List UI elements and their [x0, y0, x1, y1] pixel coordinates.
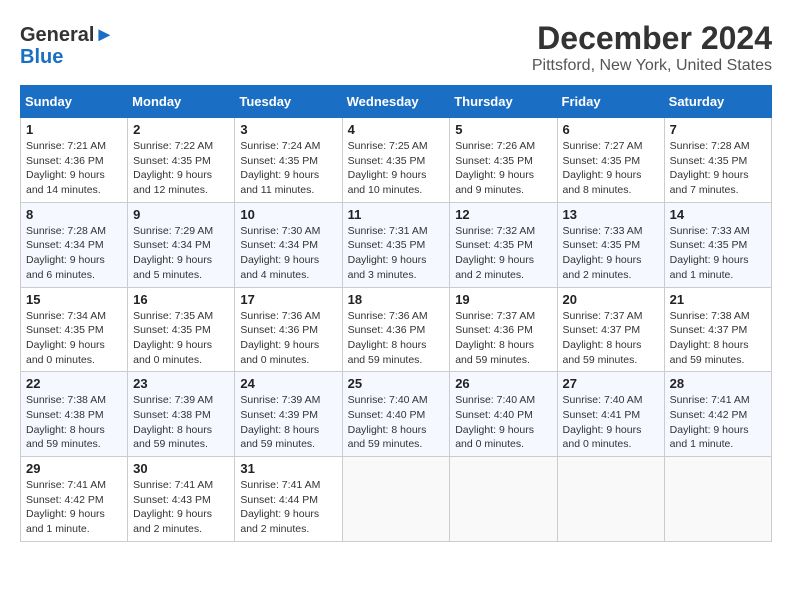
day-23: 23 Sunrise: 7:39 AMSunset: 4:38 PMDaylig… — [128, 372, 235, 457]
calendar-table: Sunday Monday Tuesday Wednesday Thursday… — [20, 85, 772, 542]
empty-day — [664, 457, 771, 542]
day-16: 16 Sunrise: 7:35 AMSunset: 4:35 PMDaylig… — [128, 287, 235, 372]
header-sunday: Sunday — [21, 86, 128, 118]
day-26: 26 Sunrise: 7:40 AMSunset: 4:40 PMDaylig… — [450, 372, 557, 457]
day-24: 24 Sunrise: 7:39 AMSunset: 4:39 PMDaylig… — [235, 372, 342, 457]
day-22: 22 Sunrise: 7:38 AMSunset: 4:38 PMDaylig… — [21, 372, 128, 457]
header-friday: Friday — [557, 86, 664, 118]
empty-day — [557, 457, 664, 542]
header-saturday: Saturday — [664, 86, 771, 118]
day-25: 25 Sunrise: 7:40 AMSunset: 4:40 PMDaylig… — [342, 372, 450, 457]
day-28: 28 Sunrise: 7:41 AMSunset: 4:42 PMDaylig… — [664, 372, 771, 457]
day-31: 31 Sunrise: 7:41 AMSunset: 4:44 PMDaylig… — [235, 457, 342, 542]
logo: General► Blue — [20, 24, 114, 68]
empty-day — [450, 457, 557, 542]
calendar-row: 29 Sunrise: 7:41 AMSunset: 4:42 PMDaylig… — [21, 457, 772, 542]
page-title: December 2024 — [20, 20, 772, 57]
day-29: 29 Sunrise: 7:41 AMSunset: 4:42 PMDaylig… — [21, 457, 128, 542]
day-15: 15 Sunrise: 7:34 AMSunset: 4:35 PMDaylig… — [21, 287, 128, 372]
day-21: 21 Sunrise: 7:38 AMSunset: 4:37 PMDaylig… — [664, 287, 771, 372]
calendar-row: 22 Sunrise: 7:38 AMSunset: 4:38 PMDaylig… — [21, 372, 772, 457]
calendar-row: 8 Sunrise: 7:28 AMSunset: 4:34 PMDayligh… — [21, 202, 772, 287]
day-7: 7 Sunrise: 7:28 AMSunset: 4:35 PMDayligh… — [664, 118, 771, 203]
day-2: 2 Sunrise: 7:22 AMSunset: 4:35 PMDayligh… — [128, 118, 235, 203]
day-6: 6 Sunrise: 7:27 AMSunset: 4:35 PMDayligh… — [557, 118, 664, 203]
day-10: 10 Sunrise: 7:30 AMSunset: 4:34 PMDaylig… — [235, 202, 342, 287]
day-14: 14 Sunrise: 7:33 AMSunset: 4:35 PMDaylig… — [664, 202, 771, 287]
day-20: 20 Sunrise: 7:37 AMSunset: 4:37 PMDaylig… — [557, 287, 664, 372]
day-8: 8 Sunrise: 7:28 AMSunset: 4:34 PMDayligh… — [21, 202, 128, 287]
header: December 2024 Pittsford, New York, Unite… — [20, 20, 772, 75]
day-5: 5 Sunrise: 7:26 AMSunset: 4:35 PMDayligh… — [450, 118, 557, 203]
header-monday: Monday — [128, 86, 235, 118]
day-17: 17 Sunrise: 7:36 AMSunset: 4:36 PMDaylig… — [235, 287, 342, 372]
day-11: 11 Sunrise: 7:31 AMSunset: 4:35 PMDaylig… — [342, 202, 450, 287]
page-subtitle: Pittsford, New York, United States — [20, 57, 772, 75]
day-1: 1 Sunrise: 7:21 AMSunset: 4:36 PMDayligh… — [21, 118, 128, 203]
day-30: 30 Sunrise: 7:41 AMSunset: 4:43 PMDaylig… — [128, 457, 235, 542]
empty-day — [342, 457, 450, 542]
day-3: 3 Sunrise: 7:24 AMSunset: 4:35 PMDayligh… — [235, 118, 342, 203]
day-18: 18 Sunrise: 7:36 AMSunset: 4:36 PMDaylig… — [342, 287, 450, 372]
calendar-row: 1 Sunrise: 7:21 AMSunset: 4:36 PMDayligh… — [21, 118, 772, 203]
day-12: 12 Sunrise: 7:32 AMSunset: 4:35 PMDaylig… — [450, 202, 557, 287]
day-13: 13 Sunrise: 7:33 AMSunset: 4:35 PMDaylig… — [557, 202, 664, 287]
day-19: 19 Sunrise: 7:37 AMSunset: 4:36 PMDaylig… — [450, 287, 557, 372]
calendar-row: 15 Sunrise: 7:34 AMSunset: 4:35 PMDaylig… — [21, 287, 772, 372]
header-tuesday: Tuesday — [235, 86, 342, 118]
day-9: 9 Sunrise: 7:29 AMSunset: 4:34 PMDayligh… — [128, 202, 235, 287]
day-4: 4 Sunrise: 7:25 AMSunset: 4:35 PMDayligh… — [342, 118, 450, 203]
day-27: 27 Sunrise: 7:40 AMSunset: 4:41 PMDaylig… — [557, 372, 664, 457]
header-thursday: Thursday — [450, 86, 557, 118]
header-wednesday: Wednesday — [342, 86, 450, 118]
